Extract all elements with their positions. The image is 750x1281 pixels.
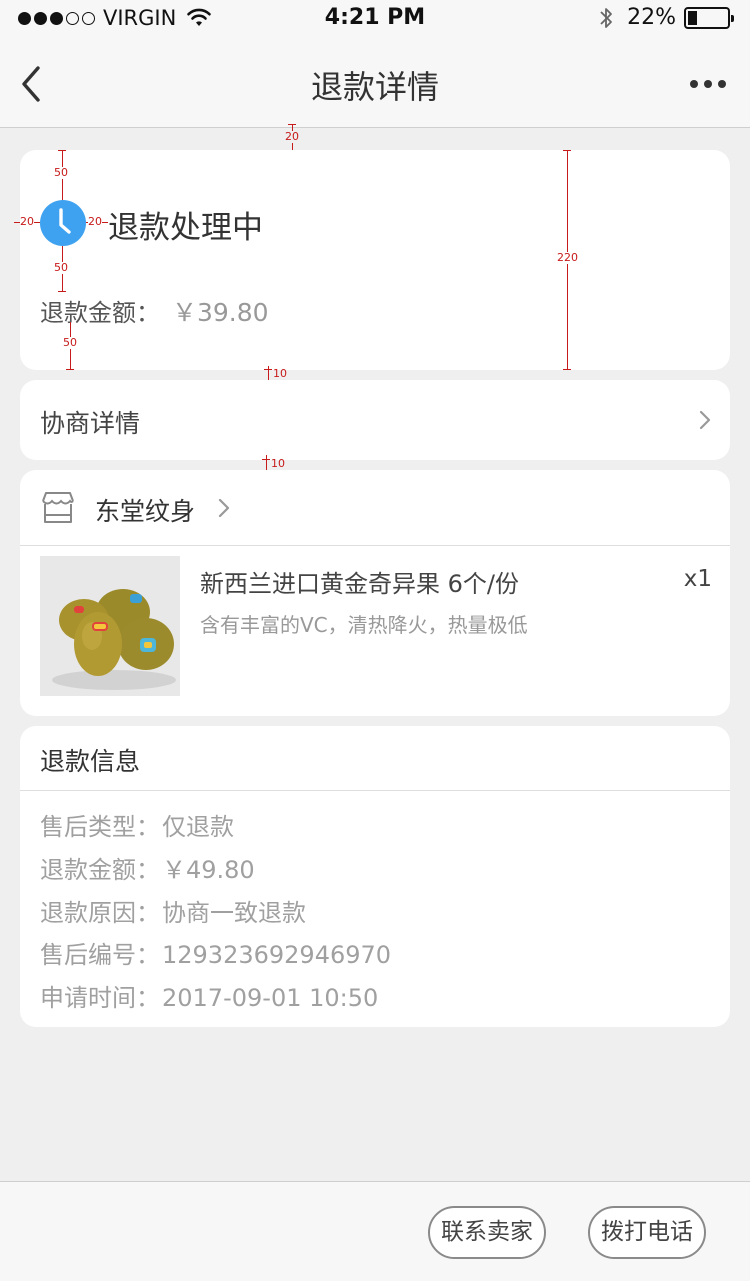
store-header[interactable]: 东堂纹身 bbox=[20, 470, 730, 546]
info-row-aftersale-number: 售后编号：129323692946970 bbox=[40, 935, 391, 970]
info-value: 仅退款 bbox=[162, 813, 234, 841]
product-title[interactable]: 新西兰进口黄金奇异果 6个/份 bbox=[200, 564, 519, 599]
more-horizontal-icon[interactable] bbox=[690, 74, 732, 94]
annotation-tick bbox=[563, 369, 571, 370]
clock-icon bbox=[40, 200, 86, 246]
refund-info-header: 退款信息 bbox=[20, 726, 730, 791]
info-label: 售后类型： bbox=[40, 813, 160, 841]
info-row-apply-time: 申请时间：2017-09-01 10:50 bbox=[40, 978, 378, 1013]
info-label: 退款原因： bbox=[40, 899, 160, 927]
info-value: 2017-09-01 10:50 bbox=[162, 984, 379, 1012]
negotiation-details-row[interactable]: 协商详情 bbox=[20, 380, 730, 460]
info-value: 协商一致退款 bbox=[162, 899, 306, 927]
navigation-bar: 退款详情 bbox=[0, 40, 750, 128]
annotation-label: 10 bbox=[271, 457, 285, 470]
store-order-card: 东堂纹身 新西兰进口黄金奇异果 6个/份 x1 含有丰富的VC，清热降火，热量极… bbox=[20, 470, 730, 716]
page-title: 退款详情 bbox=[310, 68, 439, 106]
info-label: 申请时间： bbox=[40, 984, 160, 1012]
battery-percent: 22% bbox=[627, 5, 676, 30]
refund-status-title: 退款处理中 bbox=[108, 210, 263, 246]
info-label: 退款金额： bbox=[40, 856, 160, 884]
info-label: 售后编号： bbox=[40, 941, 160, 969]
status-right: 22% bbox=[599, 5, 734, 30]
store-name: 东堂纹身 bbox=[95, 497, 196, 526]
annotation-label: 50 bbox=[63, 336, 77, 349]
info-value: 129323692946970 bbox=[162, 941, 392, 969]
info-value: ￥49.80 bbox=[162, 856, 255, 884]
battery-icon bbox=[684, 6, 734, 29]
refund-info-card: 退款信息 售后类型：仅退款 退款金额：￥49.80 退款原因：协商一致退款 售后… bbox=[20, 726, 730, 1027]
info-row-aftersale-type: 售后类型：仅退款 bbox=[40, 807, 234, 842]
product-description: 含有丰富的VC，清热降火，热量极低 bbox=[200, 613, 528, 637]
info-row-refund-reason: 退款原因：协商一致退款 bbox=[40, 893, 306, 928]
refund-amount-label: 退款金额： bbox=[40, 299, 160, 327]
refund-info-title: 退款信息 bbox=[40, 747, 141, 776]
bluetooth-icon bbox=[600, 7, 612, 28]
chevron-right-icon bbox=[699, 410, 711, 430]
kiwi-fruit-image[interactable] bbox=[40, 556, 180, 696]
info-row-refund-amount: 退款金额：￥49.80 bbox=[40, 850, 255, 885]
annotation-label: 20 bbox=[88, 215, 102, 228]
contact-seller-button[interactable]: 联系卖家 bbox=[428, 1206, 546, 1259]
bottom-action-bar: 联系卖家 拨打电话 bbox=[0, 1181, 750, 1281]
annotation-label: 220 bbox=[557, 251, 578, 264]
annotation-label: 50 bbox=[54, 261, 68, 274]
product-quantity: x1 bbox=[683, 566, 712, 592]
annotation-tick bbox=[58, 291, 66, 292]
annotation-label: 10 bbox=[273, 367, 287, 380]
product-image-drawing bbox=[40, 556, 180, 696]
status-bar: VIRGIN 4:21 PM 22% bbox=[0, 0, 750, 40]
annotation-label: 50 bbox=[54, 166, 68, 179]
annotation-tick bbox=[66, 369, 74, 370]
store-icon bbox=[42, 492, 74, 523]
chevron-right-icon bbox=[218, 498, 230, 518]
call-phone-button[interactable]: 拨打电话 bbox=[588, 1206, 706, 1259]
annotation-label: 20 bbox=[20, 215, 34, 228]
annotation-label: 20 bbox=[285, 130, 299, 143]
refund-amount-value: ￥39.80 bbox=[172, 298, 269, 327]
negotiation-details-label: 协商详情 bbox=[40, 409, 141, 438]
refund-status-card: 退款处理中 退款金额： ￥39.80 50 20 20 50 50 220 bbox=[14, 150, 730, 370]
